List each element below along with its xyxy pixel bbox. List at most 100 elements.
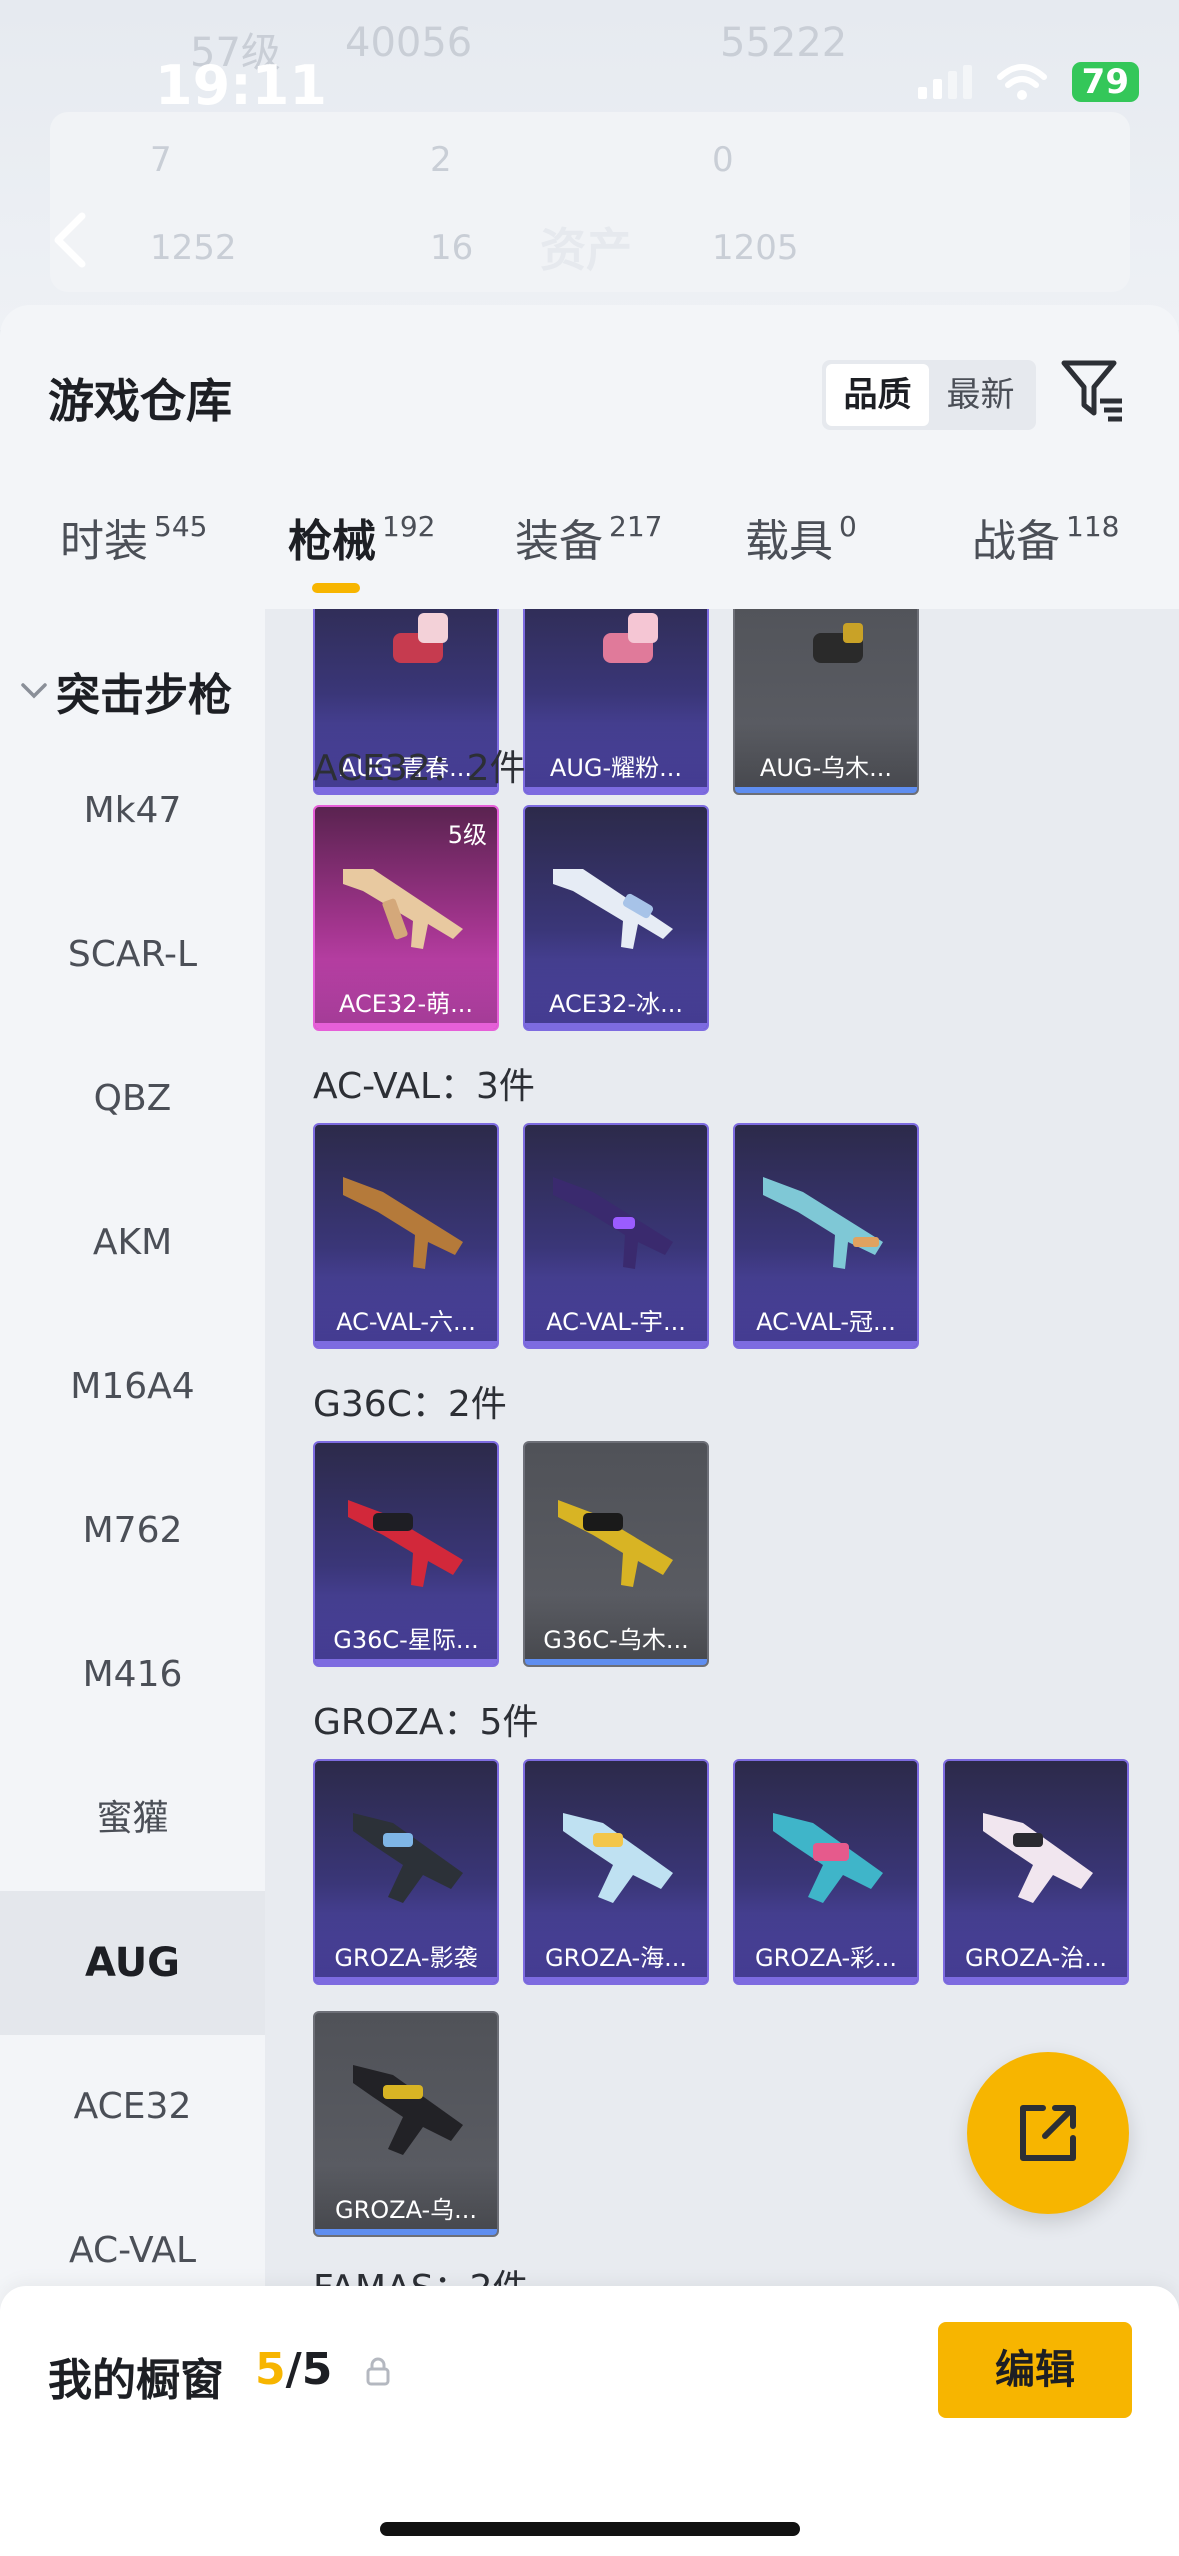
sidebar-item-qbz[interactable]: QBZ [0, 1027, 265, 1171]
skin-card[interactable]: AC-VAL-宇... [523, 1123, 709, 1349]
showcase-total: /5 [285, 2344, 333, 2395]
skin-card-name: GROZA-治... [964, 1944, 1108, 1972]
skin-card-name: GROZA-乌... [334, 2196, 478, 2224]
skin-card-name: ACE32-冰... [548, 990, 683, 1018]
skin-card[interactable]: GROZA-影袭 [313, 1759, 499, 1985]
home-indicator [380, 2522, 800, 2536]
tab-fashion[interactable]: 时装 545 [60, 505, 207, 569]
weapon-skin-image [603, 613, 658, 663]
status-icons: 79 [917, 62, 1139, 102]
share-external-icon [1020, 2105, 1076, 2161]
sidebar-item-akm[interactable]: AKM [0, 1171, 265, 1315]
backdrop-row2-a: 1252 [150, 228, 237, 268]
tab-equipment-count: 217 [609, 510, 663, 543]
skin-card-name: GROZA-海... [544, 1944, 688, 1972]
tab-fashion-count: 545 [154, 510, 208, 543]
sort-quality-button[interactable]: 品质 [826, 364, 929, 426]
tab-vehicles[interactable]: 载具 0 [745, 505, 857, 569]
blurred-profile-backdrop: 57级 40056 55222 7 2 0 1252 16 1205 19:11… [0, 0, 1179, 330]
active-tab-underline [312, 583, 360, 593]
skin-card-name: AC-VAL-六... [336, 1308, 476, 1336]
battery-indicator: 79 [1071, 62, 1139, 102]
chevron-down-icon [21, 683, 47, 699]
showcase-current: 5 [255, 2344, 286, 2395]
edit-button[interactable]: 编辑 [938, 2322, 1132, 2418]
weapon-skin-image [353, 2065, 463, 2155]
sidebar-item-mk47[interactable]: Mk47 [0, 739, 265, 883]
wifi-icon [996, 64, 1047, 100]
sidebar-item-scar-l[interactable]: SCAR-L [0, 883, 265, 1027]
weapon-skin-image [813, 623, 863, 663]
status-time: 19:11 [155, 54, 327, 117]
tab-vehicles-label: 载具 [745, 516, 833, 567]
skin-card[interactable]: GROZA-彩... [733, 1759, 919, 1985]
backdrop-row1-a: 7 [150, 140, 172, 180]
weapon-type-sidebar: 突击步枪 Mk47 SCAR-L QBZ AKM M16A4 M762 M416… [0, 609, 265, 2409]
tab-firearms-label: 枪械 [288, 516, 376, 567]
skin-card-name: ACE32-萌... [338, 990, 473, 1018]
showcase-count: 5/5 [255, 2344, 332, 2395]
weapon-skin-image [983, 1813, 1093, 1903]
weapon-skin-image [773, 1813, 883, 1903]
tab-equipment[interactable]: 装备 217 [515, 505, 662, 569]
signal-icon [917, 65, 972, 99]
weapon-skin-image [343, 1177, 463, 1269]
sidebar-group-assault-rifles[interactable]: 突击步枪 [20, 659, 232, 723]
skin-card[interactable]: GROZA-治... [943, 1759, 1129, 1985]
backdrop-row1-c: 0 [712, 140, 734, 180]
skin-card[interactable]: AC-VAL-六... [313, 1123, 499, 1349]
backdrop-count-b: 55222 [720, 20, 848, 66]
tab-equipment-label: 装备 [515, 516, 603, 567]
sidebar-item-honey-badger[interactable]: 蜜獾 [0, 1747, 265, 1891]
showcase-bottom-bar: 我的橱窗 5/5 编辑 [0, 2286, 1179, 2556]
skin-card-name: AC-VAL-冠... [756, 1308, 896, 1336]
filter-icon[interactable] [1060, 357, 1126, 423]
section-header-g36c: G36C：2件 [313, 1384, 507, 1425]
backdrop-count-a: 40056 [345, 20, 473, 66]
weapon-skin-image [553, 869, 673, 949]
skin-card-name: G36C-星际... [333, 1626, 479, 1654]
sidebar-item-aug[interactable]: AUG [0, 1891, 265, 2035]
tab-gear[interactable]: 战备 118 [972, 505, 1119, 569]
tab-firearms-count: 192 [382, 510, 436, 543]
skin-card[interactable]: GROZA-海... [523, 1759, 709, 1985]
skin-card-name: G36C-乌木... [543, 1626, 689, 1654]
skin-card[interactable]: 5级 ACE32-萌... [313, 805, 499, 1031]
section-header-ac-val: AC-VAL：3件 [313, 1066, 535, 1107]
tab-gear-count: 118 [1066, 510, 1120, 543]
share-button[interactable] [967, 2052, 1129, 2214]
tab-fashion-label: 时装 [60, 516, 148, 567]
sidebar-item-m16a4[interactable]: M16A4 [0, 1315, 265, 1459]
sidebar-item-m416[interactable]: M416 [0, 1603, 265, 1747]
section-header-groza: GROZA：5件 [313, 1702, 539, 1743]
skin-card-name: AUG-耀粉... [549, 754, 683, 782]
sort-latest-button[interactable]: 最新 [929, 364, 1032, 426]
skin-card-name: AUG-乌木... [759, 754, 893, 782]
tab-firearms[interactable]: 枪械 192 [288, 505, 435, 569]
weapon-skin-image [353, 1813, 463, 1903]
skin-card[interactable]: AUG-乌木... [733, 609, 919, 795]
lock-icon [366, 2357, 390, 2386]
skin-card-name: GROZA-彩... [754, 1944, 898, 1972]
skin-card[interactable]: AUG-耀粉... [523, 609, 709, 795]
sidebar-item-ace32[interactable]: ACE32 [0, 2035, 265, 2179]
backdrop-row1-b: 2 [430, 140, 452, 180]
section-header-ace32: ACE32：2件 [313, 748, 526, 789]
weapon-skin-image [763, 1177, 883, 1269]
page-title: 资产 [540, 223, 632, 277]
weapon-skin-image [393, 613, 448, 663]
skin-card-level: 5级 [447, 821, 487, 849]
skin-card[interactable]: G36C-乌木... [523, 1441, 709, 1667]
skin-card-name: GROZA-影袭 [334, 1944, 478, 1972]
backdrop-row2-b: 16 [430, 228, 474, 268]
category-tabs: 时装 545 枪械 192 装备 217 载具 0 战备 118 [0, 505, 1179, 615]
back-arrow-icon[interactable] [50, 210, 90, 270]
tab-vehicles-count: 0 [839, 510, 857, 543]
skin-card[interactable]: G36C-星际... [313, 1441, 499, 1667]
sidebar-item-m762[interactable]: M762 [0, 1459, 265, 1603]
skin-card[interactable]: AC-VAL-冠... [733, 1123, 919, 1349]
skin-card[interactable]: GROZA-乌... [313, 2011, 499, 2237]
showcase-label: 我的橱窗 [48, 2355, 224, 2406]
skin-card[interactable]: ACE32-冰... [523, 805, 709, 1031]
weapon-skin-image [348, 1500, 463, 1587]
